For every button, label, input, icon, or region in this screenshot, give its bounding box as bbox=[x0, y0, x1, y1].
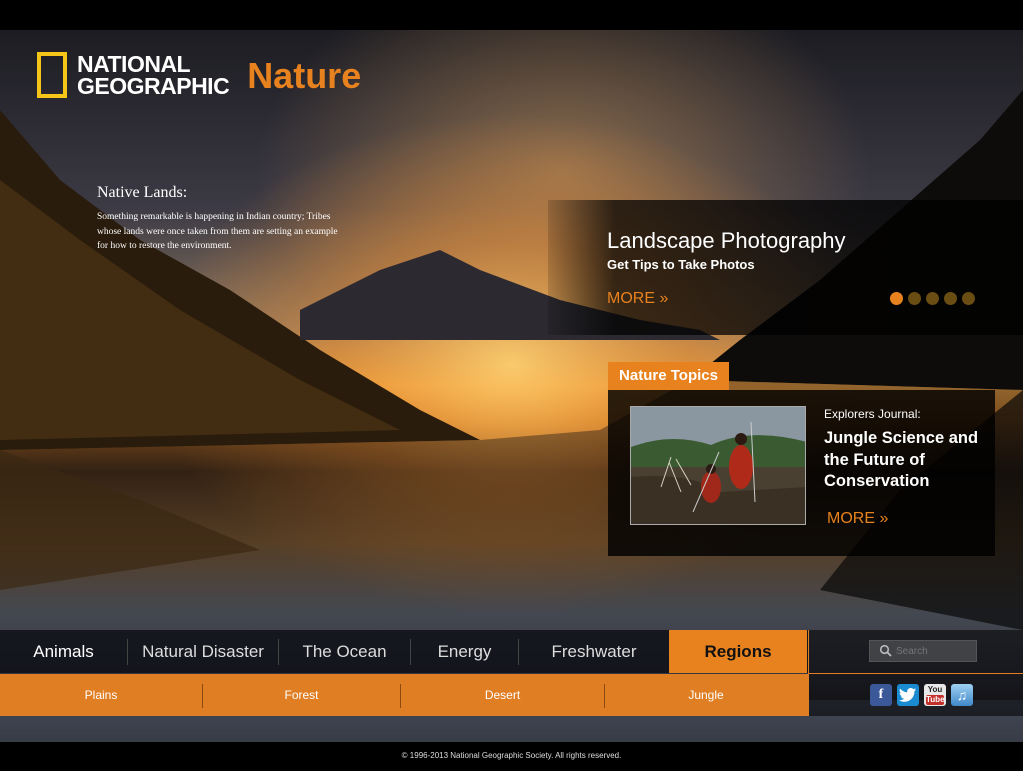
nav-item-natural-disaster[interactable]: Natural Disaster bbox=[128, 630, 278, 673]
slide-dot[interactable] bbox=[908, 292, 921, 305]
facebook-icon[interactable]: f bbox=[870, 684, 892, 706]
itunes-icon[interactable]: ♫ bbox=[951, 684, 973, 706]
search-box[interactable] bbox=[869, 640, 977, 662]
search-input[interactable] bbox=[894, 644, 974, 658]
nav-item-energy[interactable]: Energy bbox=[411, 630, 518, 673]
youtube-icon[interactable]: You Tube bbox=[924, 684, 946, 706]
nav-item-freshwater[interactable]: Freshwater bbox=[519, 630, 669, 673]
subnav-item-forest[interactable]: Forest bbox=[203, 674, 400, 716]
nav-item-regions[interactable]: Regions bbox=[669, 630, 807, 673]
sub-nav: Plains Forest Desert Jungle bbox=[0, 674, 808, 716]
slide-dot[interactable] bbox=[926, 292, 939, 305]
subnav-item-desert[interactable]: Desert bbox=[401, 674, 604, 716]
subnav-item-jungle[interactable]: Jungle bbox=[605, 674, 807, 716]
slide-dot[interactable] bbox=[890, 292, 903, 305]
feature-panel: Landscape Photography Get Tips to Take P… bbox=[548, 200, 1023, 335]
jungle-photo-art bbox=[631, 407, 805, 524]
utility-column: f You Tube ♫ bbox=[808, 630, 1023, 716]
nature-topics-box: Explorers Journal: Jungle Science and th… bbox=[608, 390, 995, 556]
youtube-glyph-tube: Tube bbox=[926, 695, 945, 705]
feature-subtitle: Get Tips to Take Photos bbox=[607, 257, 755, 272]
utility-divider bbox=[809, 673, 1023, 674]
native-lands-blurb: Native Lands: Something remarkable is ha… bbox=[97, 184, 347, 254]
page: NATIONAL GEOGRAPHIC Nature Native Lands:… bbox=[0, 0, 1023, 771]
social-icons: f You Tube ♫ bbox=[870, 684, 973, 706]
native-lands-title[interactable]: Native Lands: bbox=[97, 184, 347, 202]
subnav-item-plains[interactable]: Plains bbox=[0, 674, 202, 716]
brand-wordmark: NATIONAL GEOGRAPHIC bbox=[77, 51, 230, 99]
brand-line1: NATIONAL bbox=[77, 51, 191, 77]
section-title: Nature bbox=[247, 55, 362, 96]
slide-dots bbox=[890, 292, 975, 305]
brand-line2: GEOGRAPHIC bbox=[77, 73, 230, 99]
brand-logo[interactable]: NATIONAL GEOGRAPHIC Nature bbox=[37, 48, 361, 102]
slide-dot[interactable] bbox=[962, 292, 975, 305]
topics-title[interactable]: Jungle Science and the Future of Conserv… bbox=[824, 428, 984, 493]
footer-copyright: © 1996-2013 National Geographic Society.… bbox=[0, 742, 1023, 771]
search-icon bbox=[879, 644, 892, 657]
jungle-photo[interactable] bbox=[630, 406, 806, 525]
topics-more-link[interactable]: MORE » bbox=[827, 510, 888, 528]
nav-item-the-ocean[interactable]: The Ocean bbox=[279, 630, 410, 673]
nav-item-animals[interactable]: Animals bbox=[0, 630, 127, 673]
yellow-border-icon bbox=[37, 52, 67, 98]
slide-dot[interactable] bbox=[944, 292, 957, 305]
feature-title[interactable]: Landscape Photography bbox=[607, 228, 846, 254]
twitter-bird-glyph bbox=[899, 688, 916, 702]
topics-kicker: Explorers Journal: bbox=[824, 407, 921, 421]
main-nav: Animals Natural Disaster The Ocean Energ… bbox=[0, 630, 808, 673]
twitter-icon[interactable] bbox=[897, 684, 919, 706]
youtube-glyph-you: You bbox=[927, 685, 943, 694]
feature-more-link[interactable]: MORE » bbox=[607, 290, 668, 308]
native-lands-text: Something remarkable is happening in Ind… bbox=[97, 212, 338, 251]
nature-topics-tab[interactable]: Nature Topics bbox=[608, 362, 729, 390]
top-bar bbox=[0, 0, 1023, 30]
